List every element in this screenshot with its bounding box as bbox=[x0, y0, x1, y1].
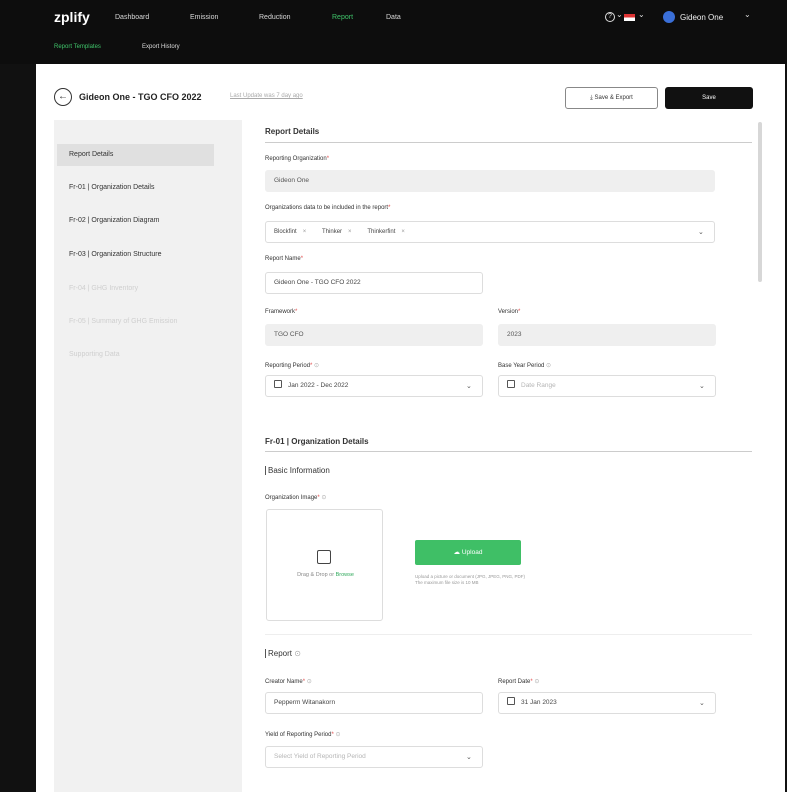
back-button[interactable]: ← bbox=[54, 88, 72, 106]
nav-item-data[interactable]: Data bbox=[386, 14, 401, 21]
orgs-included-select[interactable]: Blockfint × Thinker × Thinkerfint × ⌄ bbox=[265, 221, 715, 243]
sidebar-item-fr03[interactable]: Fr-03 | Organization Structure bbox=[69, 251, 161, 258]
info-icon: ⊙ bbox=[294, 649, 301, 658]
user-avatar[interactable] bbox=[663, 11, 675, 23]
org-chip[interactable]: Blockfint × bbox=[274, 222, 306, 242]
help-chevron-icon[interactable]: ⌄ bbox=[616, 10, 623, 19]
nav-item-reduction[interactable]: Reduction bbox=[259, 14, 291, 21]
info-icon: ⊙ bbox=[321, 495, 327, 501]
user-name[interactable]: Gideon One bbox=[680, 13, 723, 22]
calendar-icon bbox=[274, 380, 282, 389]
sidebar-item-fr05[interactable]: Fr-05 | Summary of GHG Emission bbox=[69, 318, 177, 325]
save-export-label: Save & Export bbox=[594, 95, 633, 101]
info-icon: ⊙ bbox=[546, 363, 552, 369]
save-export-button[interactable]: ⤓ Save & Export bbox=[565, 87, 658, 109]
chevron-down-icon: ⌄ bbox=[466, 754, 472, 761]
download-icon: ⤓ bbox=[590, 95, 593, 101]
nav-item-report[interactable]: Report bbox=[332, 14, 353, 21]
org-image-label: Organization Image* ⊙ bbox=[265, 495, 327, 501]
creator-name-input[interactable]: Pepperm Witanakorn bbox=[265, 692, 483, 714]
dropzone-caption: Drag & Drop or Browse bbox=[297, 572, 354, 578]
section-divider bbox=[265, 451, 752, 452]
page-title: Gideon One - TGO CFO 2022 bbox=[79, 92, 202, 102]
save-button[interactable]: Save bbox=[665, 87, 753, 109]
orgs-included-label: Organizations data to be included in the… bbox=[265, 205, 391, 211]
chevron-down-icon: ⌄ bbox=[698, 229, 704, 236]
section-title-fr01: Fr-01 | Organization Details bbox=[265, 437, 369, 446]
reporting-org-field: Gideon One bbox=[265, 170, 715, 192]
chevron-down-icon: ⌄ bbox=[466, 383, 472, 390]
info-icon: ⊙ bbox=[534, 679, 540, 685]
subnav-export-history[interactable]: Export History bbox=[142, 44, 180, 50]
version-label: Version* bbox=[498, 309, 521, 315]
nav-item-emission[interactable]: Emission bbox=[190, 14, 218, 21]
divider bbox=[265, 634, 752, 635]
chevron-down-icon: ⌄ bbox=[699, 700, 705, 707]
org-chip[interactable]: Thinkerfint × bbox=[367, 222, 405, 242]
org-chip[interactable]: Thinker × bbox=[322, 222, 352, 242]
base-year-picker[interactable]: Date Range ⌄ bbox=[498, 375, 716, 397]
report-subsection-title: Report ⊙ bbox=[265, 649, 301, 658]
report-name-label: Report Name* bbox=[265, 256, 304, 262]
top-nav bbox=[0, 0, 787, 64]
sidebar-item-fr02[interactable]: Fr-02 | Organization Diagram bbox=[69, 217, 160, 224]
sidebar-item-fr01[interactable]: Fr-01 | Organization Details bbox=[69, 184, 154, 191]
report-name-input[interactable]: Gideon One - TGO CFO 2022 bbox=[265, 272, 483, 294]
last-update-text[interactable]: Last Update was 7 day ago bbox=[230, 93, 303, 99]
language-flag-icon[interactable] bbox=[624, 14, 635, 21]
creator-name-label: Creator Name* ⊙ bbox=[265, 679, 312, 685]
reporting-org-label: Reporting Organization* bbox=[265, 156, 330, 162]
upload-button[interactable]: ☁ Upload bbox=[415, 540, 521, 565]
language-chevron-icon[interactable]: ⌄ bbox=[638, 10, 645, 19]
info-icon: ⊙ bbox=[306, 679, 312, 685]
user-chevron-icon[interactable]: ⌄ bbox=[744, 10, 751, 19]
image-placeholder-icon bbox=[317, 550, 331, 564]
base-year-label: Base Year Period ⊙ bbox=[498, 363, 552, 369]
remove-chip-icon[interactable]: × bbox=[401, 229, 405, 235]
report-date-picker[interactable]: 31 Jan 2023 ⌄ bbox=[498, 692, 716, 714]
yield-select[interactable]: Select Yield of Reporting Period ⌄ bbox=[265, 746, 483, 768]
reporting-period-picker[interactable]: Jan 2022 - Dec 2022 ⌄ bbox=[265, 375, 483, 397]
browse-link[interactable]: Browse bbox=[336, 572, 354, 578]
section-divider bbox=[265, 142, 752, 143]
cloud-upload-icon: ☁ bbox=[453, 549, 461, 556]
upload-label: Upload bbox=[461, 549, 483, 556]
section-title-report-details: Report Details bbox=[265, 127, 320, 136]
subnav-report-templates[interactable]: Report Templates bbox=[54, 44, 101, 50]
info-icon: ⊙ bbox=[335, 732, 341, 738]
remove-chip-icon[interactable]: × bbox=[303, 229, 307, 235]
reporting-period-label: Reporting Period* ⊙ bbox=[265, 363, 320, 369]
brand-logo[interactable]: zplify bbox=[54, 9, 90, 25]
remove-chip-icon[interactable]: × bbox=[348, 229, 352, 235]
sidebar-item-supporting-data[interactable]: Supporting Data bbox=[69, 351, 120, 358]
calendar-icon bbox=[507, 697, 515, 706]
upload-hint: Upload a picture or document (JPG, JPEG,… bbox=[415, 574, 526, 585]
version-field: 2023 bbox=[498, 324, 716, 346]
framework-label: Framework* bbox=[265, 309, 298, 315]
report-date-label: Report Date* ⊙ bbox=[498, 679, 540, 685]
yield-label: Yield of Reporting Period* ⊙ bbox=[265, 732, 341, 738]
sidebar-item-report-details[interactable]: Report Details bbox=[57, 144, 214, 166]
framework-field: TGO CFO bbox=[265, 324, 483, 346]
scrollbar[interactable] bbox=[758, 122, 762, 282]
sidebar-item-fr04[interactable]: Fr-04 | GHG Inventory bbox=[69, 285, 138, 292]
nav-item-dashboard[interactable]: Dashboard bbox=[115, 14, 149, 21]
info-icon: ⊙ bbox=[314, 363, 320, 369]
chevron-down-icon: ⌄ bbox=[699, 383, 705, 390]
basic-info-title: Basic Information bbox=[265, 466, 330, 475]
help-icon[interactable]: ? bbox=[605, 12, 615, 22]
calendar-icon bbox=[507, 380, 515, 389]
image-dropzone[interactable]: Drag & Drop or Browse bbox=[266, 509, 383, 621]
